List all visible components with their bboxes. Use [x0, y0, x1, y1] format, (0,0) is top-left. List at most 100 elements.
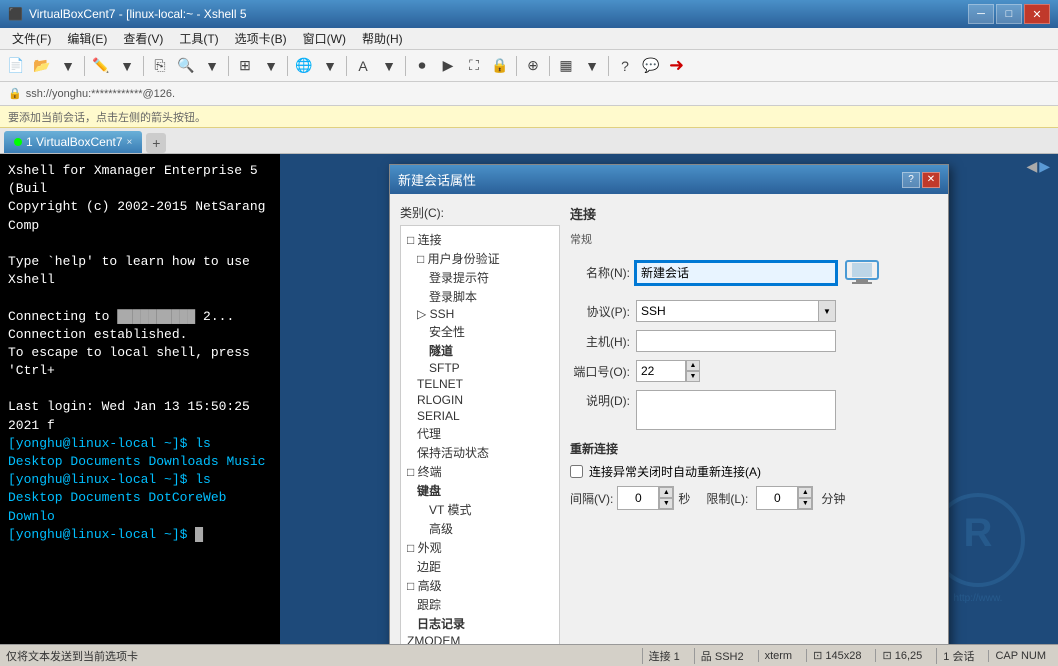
tree-item-terminal[interactable]: □ 终端: [405, 462, 555, 481]
terminal-line: To escape to local shell, press 'Ctrl+: [8, 344, 272, 380]
toolbar-sep6: [405, 56, 406, 76]
close-button[interactable]: ✕: [1024, 4, 1050, 24]
terminal[interactable]: Xshell for Xmanager Enterprise 5 (Buil C…: [0, 154, 280, 644]
toolbar-find[interactable]: 🔍: [174, 54, 198, 78]
toolbar-dropdown5[interactable]: ▼: [318, 54, 342, 78]
dialog-help-btn[interactable]: ?: [902, 172, 920, 188]
tree-item-logging[interactable]: 日志记录: [405, 614, 555, 633]
tree-panel[interactable]: □ 连接 □ 用户身份验证 登录提示符 登录脚本 ▷ SSH 安全性 隧道 SF…: [400, 225, 560, 644]
terminal-line: [yonghu@linux-local ~]$ ls: [8, 471, 272, 489]
new-tab-button[interactable]: +: [146, 133, 166, 153]
desc-row: 说明(D):: [570, 390, 938, 430]
toolbar-font[interactable]: A: [351, 54, 375, 78]
interval-row: 间隔(V): 0 ▲ ▼ 秒 限制(L):: [570, 486, 938, 510]
menu-view[interactable]: 查看(V): [115, 28, 171, 49]
menu-file[interactable]: 文件(F): [4, 28, 59, 49]
menu-edit[interactable]: 编辑(E): [59, 28, 115, 49]
tree-item-margin[interactable]: 边距: [405, 557, 555, 576]
minimize-button[interactable]: ─: [968, 4, 994, 24]
tree-item-prompt[interactable]: 登录提示符: [405, 268, 555, 287]
host-input[interactable]: [636, 330, 836, 352]
limit-input[interactable]: 0: [757, 487, 797, 509]
menu-window[interactable]: 窗口(W): [295, 28, 354, 49]
port-up-btn[interactable]: ▲: [686, 360, 700, 371]
maximize-button[interactable]: □: [996, 4, 1022, 24]
dialog-title-controls: ? ✕: [902, 172, 940, 188]
host-row: 主机(H):: [570, 330, 938, 352]
tree-item-proxy[interactable]: 代理: [405, 424, 555, 443]
tree-item-connect[interactable]: □ 连接: [405, 230, 555, 249]
toolbar-open[interactable]: 📂: [30, 54, 54, 78]
status-bar: 仅将文本发送到当前选项卡 连接 1 品 SSH2 xterm ⊡ 145x28 …: [0, 644, 1058, 666]
toolbar-dropdown6[interactable]: ▼: [377, 54, 401, 78]
toolbar-dropdown4[interactable]: ▼: [259, 54, 283, 78]
tree-item-sftp[interactable]: SFTP: [405, 360, 555, 376]
toolbar-chat[interactable]: 💬: [639, 54, 663, 78]
limit-up-btn[interactable]: ▲: [798, 487, 812, 498]
session-tab[interactable]: 1 VirtualBoxCent7 ×: [4, 131, 142, 153]
limit-spinners: ▲ ▼: [797, 487, 812, 509]
tree-item-tunnel[interactable]: 隧道: [405, 341, 555, 360]
toolbar-record[interactable]: ⏺: [410, 54, 434, 78]
address-text: ssh://yonghu:************@126.: [26, 88, 1050, 100]
tree-item-trace[interactable]: 跟踪: [405, 595, 555, 614]
toolbar: 📄 📂 ▼ ✏️ ▼ ⎘ 🔍 ▼ ⊞ ▼ 🌐 ▼ A ▼ ⏺ ▶ ⛶ 🔒 ⊕ ▦…: [0, 50, 1058, 82]
terminal-line: Connecting to ██████████ 2...: [8, 308, 272, 326]
toolbar-sep9: [608, 56, 609, 76]
tree-item-ssh[interactable]: ▷ SSH: [405, 306, 555, 322]
main-area: Xshell for Xmanager Enterprise 5 (Buil C…: [0, 154, 1058, 644]
tree-item-telnet[interactable]: TELNET: [405, 376, 555, 392]
tab-close-btn[interactable]: ×: [127, 137, 133, 148]
toolbar-new[interactable]: 📄: [4, 54, 28, 78]
tree-item-advanced[interactable]: □ 高级: [405, 576, 555, 595]
toolbar-copy[interactable]: ⎘: [148, 54, 172, 78]
port-down-btn[interactable]: ▼: [686, 371, 700, 382]
tree-item-zmodem[interactable]: ZMODEM: [405, 633, 555, 644]
tree-item-serial[interactable]: SERIAL: [405, 408, 555, 424]
interval-up-btn[interactable]: ▲: [659, 487, 673, 498]
interval-down-btn[interactable]: ▼: [659, 498, 673, 509]
desc-input[interactable]: [636, 390, 836, 430]
port-input[interactable]: [636, 360, 686, 382]
toolbar-play[interactable]: ▶: [436, 54, 460, 78]
toolbar-dropdown3[interactable]: ▼: [200, 54, 224, 78]
host-label: 主机(H):: [570, 333, 630, 350]
tree-item-advanced-term[interactable]: 高级: [405, 519, 555, 538]
dialog-close-btn[interactable]: ✕: [922, 172, 940, 188]
category-label: 类别(C):: [400, 204, 560, 221]
menu-help[interactable]: 帮助(H): [354, 28, 411, 49]
menu-tabs[interactable]: 选项卡(B): [227, 28, 295, 49]
sec-label: 秒: [678, 490, 690, 507]
tree-item-auth[interactable]: □ 用户身份验证: [405, 249, 555, 268]
toolbar-edit[interactable]: ✏️: [89, 54, 113, 78]
reconnect-checkbox[interactable]: [570, 465, 583, 478]
toolbar-expand[interactable]: ⛶: [462, 54, 486, 78]
toolbar-layout[interactable]: ⊞: [233, 54, 257, 78]
tree-item-keyboard[interactable]: 键盘: [405, 481, 555, 500]
toolbar-help[interactable]: ?: [613, 54, 637, 78]
status-session: 连接 1: [642, 648, 686, 664]
protocol-select[interactable]: SSH TELNET RLOGIN SERIAL: [636, 300, 836, 322]
toolbar-layout2[interactable]: ▦: [554, 54, 578, 78]
title-bar-text: VirtualBoxCent7 - [linux-local:~ - Xshel…: [29, 7, 968, 21]
toolbar-lock[interactable]: 🔒: [488, 54, 512, 78]
toolbar-dropdown7[interactable]: ▼: [580, 54, 604, 78]
status-size: ⊡ 145x28: [806, 649, 867, 662]
app-icon: ⬛: [8, 7, 23, 21]
name-input[interactable]: [636, 262, 836, 284]
toolbar-dropdown2[interactable]: ▼: [115, 54, 139, 78]
tree-item-security[interactable]: 安全性: [405, 322, 555, 341]
tree-item-script[interactable]: 登录脚本: [405, 287, 555, 306]
limit-down-btn[interactable]: ▼: [798, 498, 812, 509]
tree-item-appearance[interactable]: □ 外观: [405, 538, 555, 557]
toolbar-plus[interactable]: ⊕: [521, 54, 545, 78]
tree-item-vt[interactable]: VT 模式: [405, 500, 555, 519]
toolbar-globe[interactable]: 🌐: [292, 54, 316, 78]
interval-input[interactable]: 0: [618, 487, 658, 509]
tree-item-rlogin[interactable]: RLOGIN: [405, 392, 555, 408]
toolbar-dropdown[interactable]: ▼: [56, 54, 80, 78]
protocol-dropdown-btn[interactable]: ▼: [818, 300, 836, 322]
terminal-line: [8, 235, 272, 253]
tree-item-keepalive[interactable]: 保持活动状态: [405, 443, 555, 462]
menu-tools[interactable]: 工具(T): [171, 28, 226, 49]
